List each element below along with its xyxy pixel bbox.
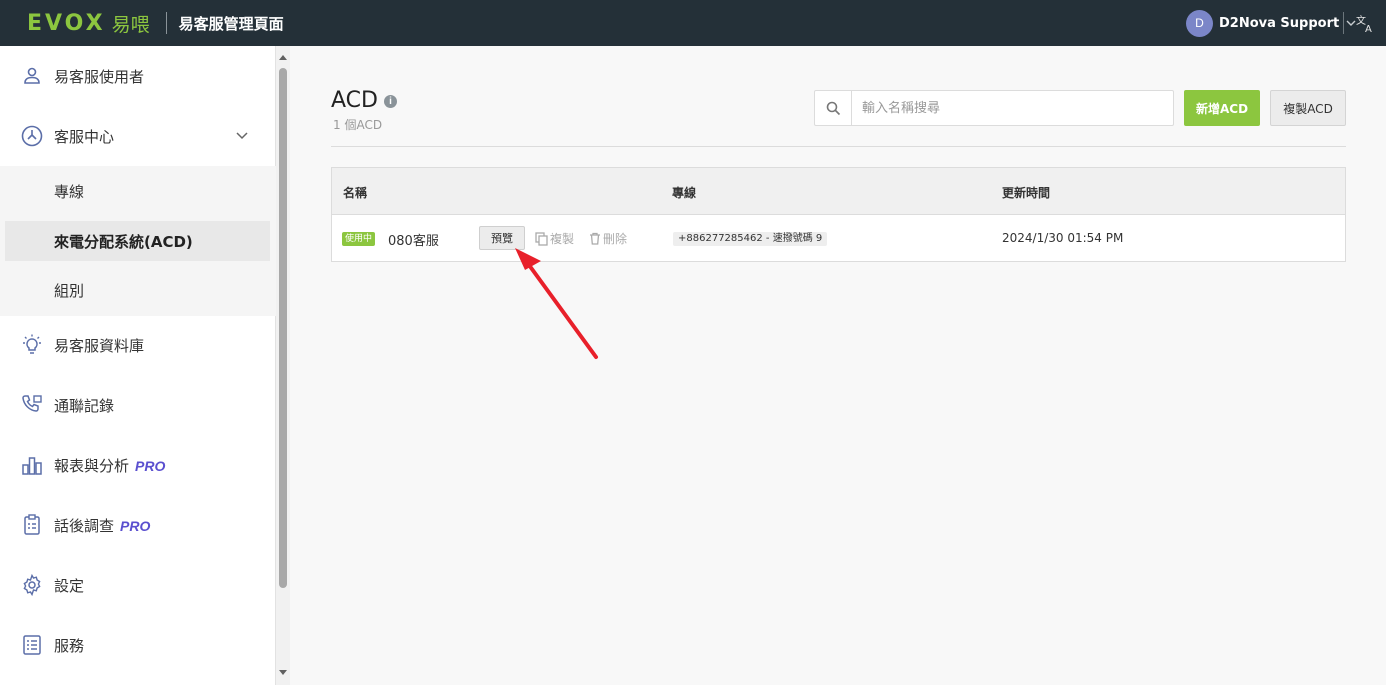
user-name: D2Nova Support	[1219, 15, 1340, 31]
logo-text: EVOX	[27, 10, 106, 36]
gear-icon	[23, 573, 41, 597]
sidebar-item-label: 設定	[54, 576, 85, 595]
sidebar-item-label: 客服中心	[54, 127, 115, 146]
logo[interactable]: EVOX 易喂	[27, 0, 150, 46]
acd-name[interactable]: 080客服	[388, 230, 439, 249]
acd-count: 1 個ACD	[333, 118, 383, 132]
column-header-name: 名稱	[343, 186, 368, 200]
page-title: ACD	[331, 88, 378, 113]
sidebar-item-services[interactable]: 服務	[0, 615, 276, 675]
sidebar-subitem-label: 來電分配系統(ACD)	[54, 232, 193, 251]
sidebar-item-knowledge-base[interactable]: 易客服資料庫	[0, 315, 276, 375]
sidebar-item-settings[interactable]: 設定	[0, 555, 276, 615]
line-tag: +886277285462 - 速撥號碼 9	[673, 232, 828, 246]
search-input[interactable]	[852, 91, 1173, 125]
title-divider	[165, 12, 167, 34]
user-icon	[24, 67, 40, 84]
sidebar-subitem-groups[interactable]: 組別	[0, 270, 276, 310]
bar-chart-icon	[22, 457, 42, 475]
column-header-updated: 更新時間	[1002, 186, 1051, 200]
search-box	[814, 90, 1174, 126]
sidebar-scrollbar[interactable]	[276, 46, 290, 685]
clipboard-icon	[24, 514, 40, 535]
table-header: 名稱 專線 更新時間	[332, 168, 1345, 215]
sidebar: 易客服使用者 客服中心 專線 來電分配系統(ACD) 組別 易客服資料庫 通聯記…	[0, 46, 276, 685]
sidebar-item-label: 易客服使用者	[54, 67, 145, 86]
sidebar-item-reports[interactable]: 報表與分析 PRO	[0, 435, 276, 495]
add-acd-button[interactable]: 新增ACD	[1184, 90, 1260, 126]
app-title: 易客服管理頁面	[178, 14, 284, 33]
contact-center-submenu: 專線 來電分配系統(ACD) 組別	[0, 166, 276, 316]
user-menu[interactable]: D D2Nova Support	[1186, 9, 1357, 37]
svg-text:A: A	[1365, 24, 1372, 33]
annotation-arrow-icon	[515, 248, 598, 359]
copy-acd-button[interactable]: 複製ACD	[1270, 90, 1346, 126]
divider	[331, 146, 1346, 147]
sidebar-subitem-label: 組別	[54, 281, 85, 300]
service-list-icon	[23, 635, 41, 655]
sidebar-item-label: 通聯記錄	[54, 396, 115, 415]
contact-center-icon	[21, 125, 43, 147]
sidebar-item-label: 話後調查 PRO	[54, 516, 151, 535]
sidebar-item-contact-center[interactable]: 客服中心	[0, 106, 276, 166]
table-row[interactable]: 使用中 080客服 預覽 複製 刪除 +886277285462 - 速撥號碼 …	[332, 215, 1345, 261]
scroll-down-arrow-icon[interactable]	[279, 670, 287, 675]
sidebar-item-label: 易客服資料庫	[54, 336, 145, 355]
sidebar-item-label: 報表與分析 PRO	[54, 456, 166, 475]
acd-table: 名稱 專線 更新時間 使用中 080客服 預覽 複製 刪除 +886277285…	[331, 167, 1346, 262]
pro-badge: PRO	[135, 457, 166, 474]
search-icon	[826, 101, 840, 115]
logo-chinese: 易喂	[111, 13, 150, 36]
info-icon[interactable]: i	[384, 95, 397, 108]
avatar: D	[1186, 9, 1213, 37]
pro-badge: PRO	[120, 517, 151, 534]
sidebar-item-call-log[interactable]: 通聯記錄	[0, 375, 276, 435]
translate-icon[interactable]: 文 A	[1355, 13, 1375, 33]
sidebar-item-users[interactable]: 易客服使用者	[0, 46, 276, 106]
status-badge: 使用中	[342, 232, 376, 246]
topbar-separator	[1343, 12, 1344, 34]
sidebar-item-label: 服務	[54, 636, 85, 655]
scroll-thumb[interactable]	[279, 68, 287, 588]
search-button[interactable]	[815, 91, 852, 125]
column-header-line: 專線	[672, 186, 697, 200]
sidebar-item-survey[interactable]: 話後調查 PRO	[0, 495, 276, 555]
updated-time: 2024/1/30 01:54 PM	[1002, 231, 1124, 245]
sidebar-subitem-lines[interactable]: 專線	[0, 171, 276, 211]
chevron-down-icon	[236, 132, 248, 140]
sidebar-subitem-acd[interactable]: 來電分配系統(ACD)	[5, 221, 270, 261]
phone-log-icon	[22, 395, 42, 412]
top-bar: EVOX 易喂 易客服管理頁面	[0, 0, 1386, 46]
lightbulb-icon	[23, 334, 41, 354]
sidebar-subitem-label: 專線	[54, 182, 85, 201]
scroll-up-arrow-icon[interactable]	[279, 55, 287, 60]
